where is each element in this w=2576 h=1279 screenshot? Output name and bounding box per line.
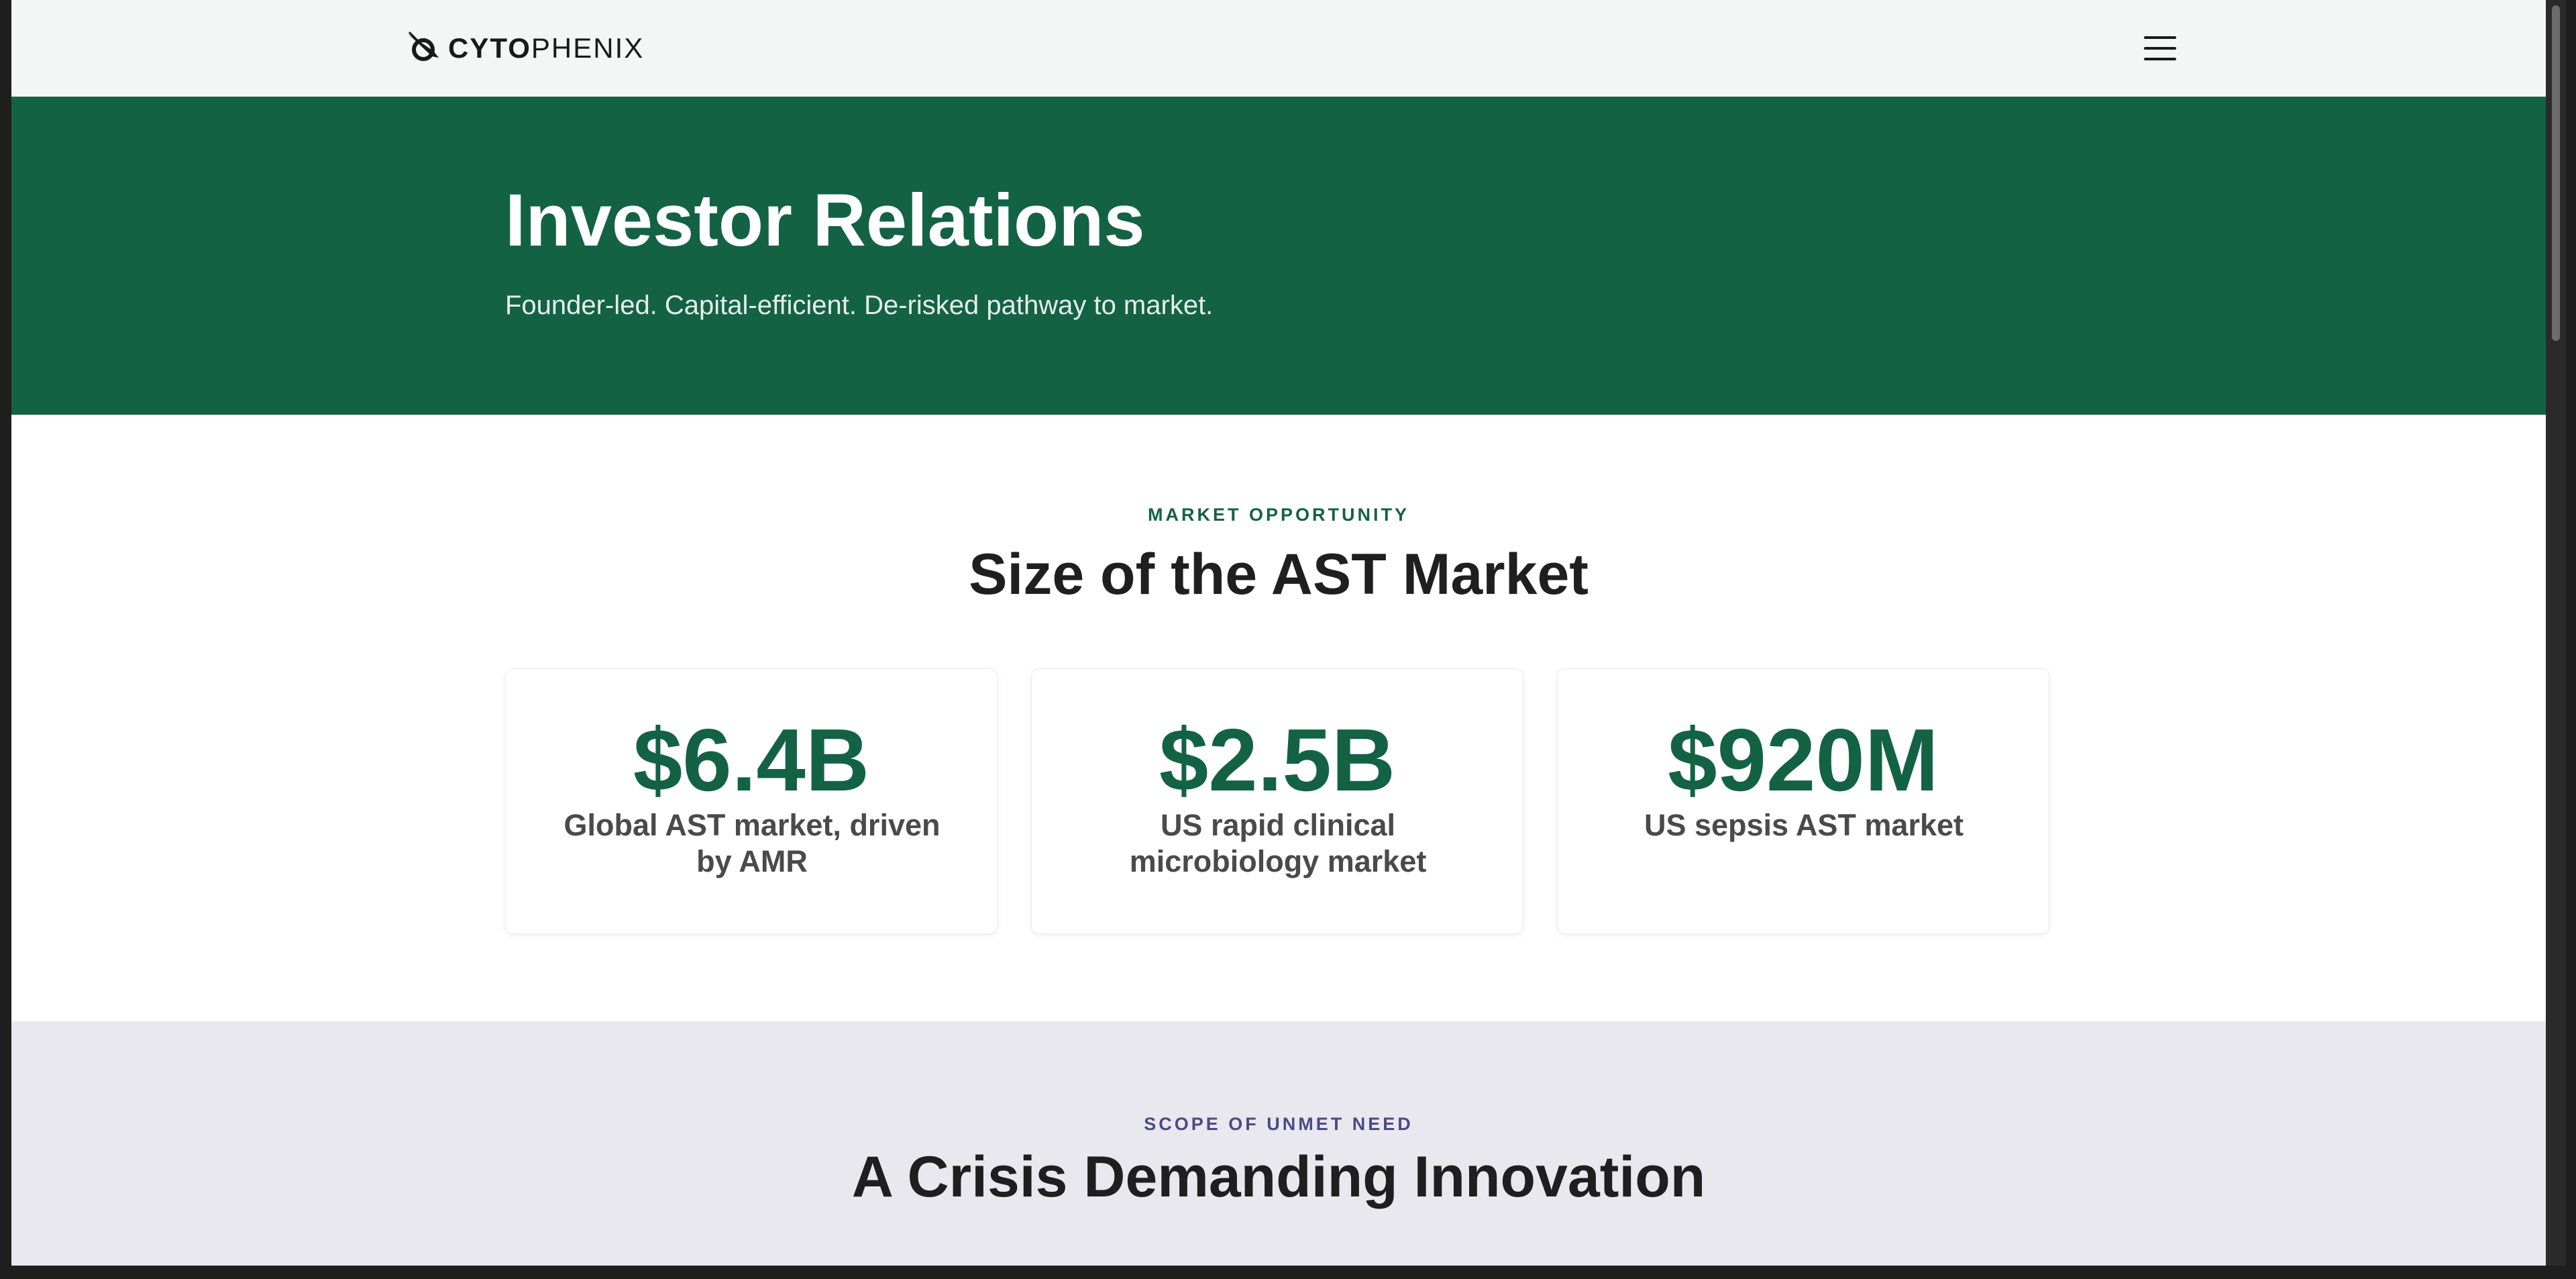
hamburger-icon (2144, 36, 2176, 39)
hero-section: Investor Relations Founder-led. Capital-… (11, 97, 2546, 415)
stat-label: US sepsis AST market (1644, 808, 1964, 842)
logo-wordmark-bold: CYTO (448, 32, 531, 64)
hamburger-icon-line-3 (2144, 58, 2176, 60)
page-scrollbar[interactable] (2546, 0, 2566, 1266)
unmet-need-section: SCOPE OF UNMET NEED A Crisis Demanding I… (11, 1021, 2546, 1266)
need-title: A Crisis Demanding Innovation (851, 1145, 1706, 1209)
cytophenix-logo-icon (408, 31, 439, 61)
market-eyebrow: MARKET OPPORTUNITY (1147, 505, 1409, 525)
logo-wordmark-light: PHENIX (531, 32, 645, 64)
market-opportunity-section: MARKET OPPORTUNITY Size of the AST Marke… (11, 415, 2546, 1021)
stat-card-global-ast: $6.4B Global AST market, driven by AMR (505, 668, 998, 934)
stat-card-us-rapid-microbiology: $2.5B US rapid clinical microbiology mar… (1031, 668, 1523, 934)
market-title: Size of the AST Market (969, 542, 1589, 607)
stat-card-us-sepsis-ast: $920M US sepsis AST market (1557, 668, 2049, 934)
market-stats: $6.4B Global AST market, driven by AMR $… (505, 668, 2063, 935)
hamburger-icon-line-2 (2144, 47, 2176, 50)
site-header: CYTOPHENIX (11, 0, 2546, 97)
hero-title: Investor Relations (505, 179, 1145, 262)
stat-label: US rapid clinical microbiology market (1129, 808, 1427, 878)
stat-value: $920M (1668, 711, 1939, 809)
need-eyebrow: SCOPE OF UNMET NEED (1144, 1114, 1413, 1134)
hero-subtitle: Founder-led. Capital-efficient. De-riske… (505, 291, 1214, 320)
hamburger-menu-button[interactable] (2141, 32, 2180, 64)
stat-value: $2.5B (1159, 711, 1396, 809)
stat-value: $6.4B (633, 711, 870, 809)
browser-viewport: CYTOPHENIX Investor Relations Founder-le… (11, 0, 2546, 1266)
stat-label: Global AST market, driven by AMR (564, 808, 941, 878)
logo-wordmark: CYTOPHENIX (448, 31, 644, 66)
scrollbar-thumb[interactable] (2552, 5, 2560, 341)
cytophenix-logo[interactable]: CYTOPHENIX (405, 31, 644, 66)
